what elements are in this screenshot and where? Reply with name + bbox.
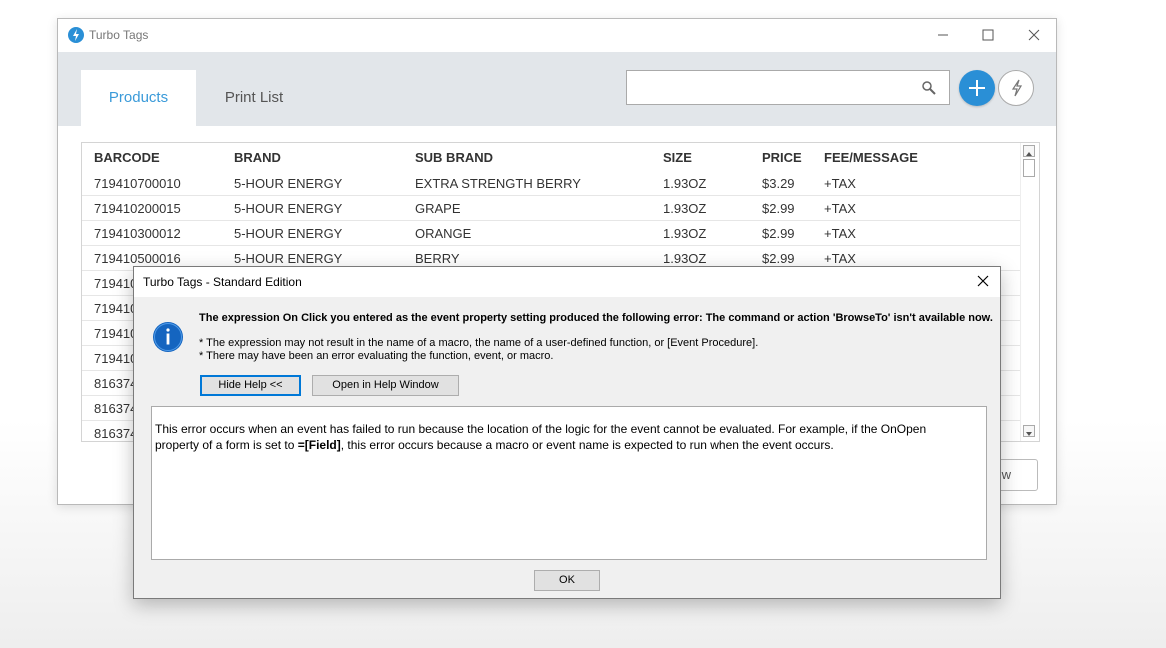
help-text: This error occurs when an event has fail… <box>155 421 970 453</box>
cell-sub-brand: GRAPE <box>415 201 461 216</box>
column-header-barcode[interactable]: BARCODE <box>94 150 160 165</box>
error-detail-line: * There may have been an error evaluatin… <box>199 350 554 362</box>
cell-brand: 5-HOUR ENERGY <box>234 176 343 191</box>
help-text-part-2: , this error occurs because a macro or e… <box>340 438 834 452</box>
close-window-button[interactable] <box>1011 19 1057 51</box>
column-header-price[interactable]: PRICE <box>762 150 802 165</box>
cell-brand: 5-HOUR ENERGY <box>234 251 343 266</box>
table-row[interactable]: 719410200015 5-HOUR ENERGY GRAPE 1.93OZ … <box>82 196 1020 221</box>
table-scrollbar[interactable] <box>1020 143 1039 441</box>
help-text-box[interactable]: This error occurs when an event has fail… <box>151 406 987 560</box>
scroll-down-icon <box>1026 432 1032 436</box>
cell-fee-message: +TAX <box>824 201 856 216</box>
cell-fee-message: +TAX <box>824 176 856 191</box>
info-icon <box>153 322 183 352</box>
ok-button[interactable]: OK <box>534 570 600 591</box>
cell-brand: 5-HOUR ENERGY <box>234 226 343 241</box>
scroll-thumb[interactable] <box>1023 159 1035 177</box>
cell-fee-message: +TAX <box>824 251 856 266</box>
scroll-down-button[interactable] <box>1023 425 1035 437</box>
cell-barcode: 719410500016 <box>94 251 181 266</box>
search-input[interactable] <box>631 74 915 102</box>
dialog-titlebar[interactable]: Turbo Tags - Standard Edition <box>134 267 1000 297</box>
quick-action-button[interactable] <box>998 70 1034 106</box>
help-text-field-reference: =[Field] <box>297 438 341 452</box>
cell-barcode: 719410200015 <box>94 201 181 216</box>
cell-barcode: 719410300012 <box>94 226 181 241</box>
scroll-up-button[interactable] <box>1023 145 1035 157</box>
lightning-icon <box>1011 79 1023 97</box>
cell-fee-message: +TAX <box>824 226 856 241</box>
add-product-button[interactable] <box>959 70 995 106</box>
window-title: Turbo Tags <box>89 28 149 42</box>
tab-print-list-label: Print List <box>224 89 284 106</box>
tab-print-list[interactable]: Print List <box>208 70 300 126</box>
cell-price: $2.99 <box>762 201 795 216</box>
table-row[interactable]: 719410300012 5-HOUR ENERGY ORANGE 1.93OZ… <box>82 221 1020 246</box>
maximize-button[interactable] <box>965 19 1011 51</box>
table-header: BARCODE BRAND SUB BRAND SIZE PRICE FEE/M… <box>82 143 1020 171</box>
cell-price: $2.99 <box>762 251 795 266</box>
error-message: The expression On Click you entered as t… <box>199 312 993 324</box>
column-header-size[interactable]: SIZE <box>663 150 692 165</box>
tab-products[interactable]: Products <box>81 70 196 126</box>
search-icon[interactable] <box>921 80 937 96</box>
minimize-button[interactable] <box>920 19 966 51</box>
hide-help-button[interactable]: Hide Help << <box>200 375 301 396</box>
column-header-sub-brand[interactable]: SUB BRAND <box>415 150 493 165</box>
cell-price: $3.29 <box>762 176 795 191</box>
dialog-title: Turbo Tags - Standard Edition <box>143 275 302 289</box>
dialog-close-button[interactable] <box>966 267 1000 297</box>
cell-brand: 5-HOUR ENERGY <box>234 201 343 216</box>
table-row[interactable]: 719410700010 5-HOUR ENERGY EXTRA STRENGT… <box>82 171 1020 196</box>
error-detail-line: * The expression may not result in the n… <box>199 337 759 349</box>
scroll-up-icon <box>1026 152 1032 156</box>
search-box <box>626 70 950 105</box>
error-dialog: Turbo Tags - Standard Edition The expres… <box>133 266 1001 599</box>
cell-sub-brand: ORANGE <box>415 226 472 241</box>
cell-size: 1.93OZ <box>663 226 707 241</box>
cell-sub-brand: BERRY <box>415 251 460 266</box>
column-header-brand[interactable]: BRAND <box>234 150 281 165</box>
tab-products-label: Products <box>108 89 169 106</box>
column-header-fee-message[interactable]: FEE/MESSAGE <box>824 150 918 165</box>
window-titlebar[interactable]: Turbo Tags <box>58 19 1056 52</box>
cell-barcode: 719410700010 <box>94 176 181 191</box>
plus-icon <box>969 80 985 96</box>
app-logo-icon <box>68 27 84 43</box>
cell-size: 1.93OZ <box>663 251 707 266</box>
close-icon <box>977 275 989 287</box>
cell-size: 1.93OZ <box>663 176 707 191</box>
cell-size: 1.93OZ <box>663 201 707 216</box>
open-help-window-button[interactable]: Open in Help Window <box>312 375 459 396</box>
cell-price: $2.99 <box>762 226 795 241</box>
cell-sub-brand: EXTRA STRENGTH BERRY <box>415 176 581 191</box>
